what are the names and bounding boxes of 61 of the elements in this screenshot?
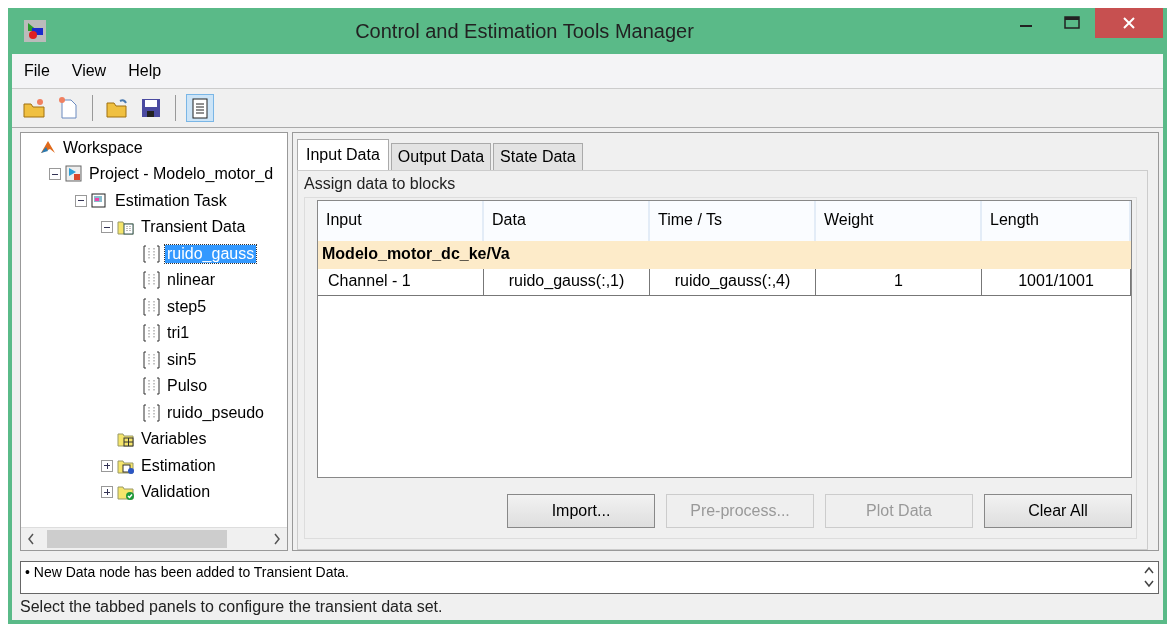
expand-toggle-icon[interactable] — [101, 486, 113, 499]
tree-item[interactable]: Transient Data — [139, 218, 248, 237]
expand-toggle-icon[interactable] — [101, 459, 113, 472]
app-icon — [24, 20, 46, 42]
collapse-toggle-icon[interactable] — [75, 194, 87, 207]
task-window-icon — [91, 191, 109, 210]
column-header[interactable]: Input — [318, 200, 484, 241]
table-cell[interactable]: 1 — [816, 268, 982, 296]
folder-icon — [117, 483, 135, 502]
action-button[interactable]: Import... — [507, 493, 655, 528]
data-bracket-icon — [143, 350, 161, 369]
data-bracket-icon — [143, 244, 161, 263]
data-bracket-icon — [143, 297, 161, 316]
tab[interactable]: Input Data — [297, 138, 389, 170]
notes-icon[interactable] — [186, 93, 214, 122]
tree-item[interactable]: Variables — [139, 430, 209, 449]
tree-item[interactable]: Project - Modelo_motor_d — [87, 165, 276, 184]
project-icon — [65, 165, 83, 184]
folder-icon — [117, 218, 135, 237]
menu-item[interactable]: File — [24, 62, 50, 80]
column-header[interactable]: Data — [484, 200, 650, 241]
tree-item[interactable]: tri1 — [165, 324, 192, 343]
data-bracket-icon — [143, 324, 161, 343]
table-cell[interactable]: 1001/1001 — [982, 268, 1131, 296]
close-icon[interactable] — [1122, 16, 1136, 30]
tab[interactable]: Output Data — [390, 142, 492, 170]
tree-item[interactable]: Estimation Task — [113, 191, 229, 210]
tree-item[interactable]: Estimation — [139, 456, 218, 475]
collapse-toggle-icon[interactable] — [101, 221, 113, 234]
column-header[interactable]: Length — [982, 200, 1131, 241]
log-message: • New Data node has been added to Transient Data. — [24, 562, 350, 582]
collapse-toggle-icon[interactable] — [49, 168, 61, 181]
column-header[interactable]: Time / Ts — [650, 200, 816, 241]
group-row: Modelo_motor_dc_ke/Va — [318, 240, 1131, 269]
scroll-left-icon[interactable] — [27, 532, 35, 545]
column-header[interactable]: Weight — [816, 200, 982, 241]
close-button[interactable] — [1095, 8, 1163, 38]
data-bracket-icon — [143, 377, 161, 396]
horizontal-scrollbar[interactable] — [21, 526, 287, 550]
tree-item[interactable]: step5 — [165, 297, 209, 316]
maximize-icon[interactable] — [1064, 16, 1080, 30]
tree-item[interactable]: Pulso — [165, 377, 210, 396]
tab[interactable]: State Data — [493, 142, 583, 170]
tree-item[interactable]: Workspace — [61, 138, 145, 157]
menu-item[interactable]: Help — [128, 62, 162, 80]
table-cell[interactable]: ruido_gauss(:,1) — [484, 268, 650, 296]
tree-item[interactable]: sin5 — [165, 350, 199, 369]
tree-item[interactable]: nlinear — [165, 271, 218, 290]
table-cell[interactable]: ruido_gauss(:,4) — [650, 268, 816, 296]
status-text: Select the tabbed panels to configure the transient data set. — [19, 597, 444, 617]
tree-item[interactable]: ruido_pseudo — [165, 403, 266, 422]
group-title: Assign data to blocks — [304, 174, 457, 193]
tree-item[interactable]: Validation — [139, 483, 213, 502]
data-bracket-icon — [143, 271, 161, 290]
window-title: Control and Estimation Tools Manager — [354, 19, 695, 43]
action-button[interactable]: Clear All — [984, 493, 1132, 528]
table-cell[interactable]: Channel - 1 — [318, 268, 484, 296]
menu-item[interactable]: View — [71, 62, 107, 80]
data-bracket-icon — [143, 403, 161, 422]
folder-icon — [117, 430, 135, 449]
scroll-right-icon[interactable] — [273, 532, 281, 545]
